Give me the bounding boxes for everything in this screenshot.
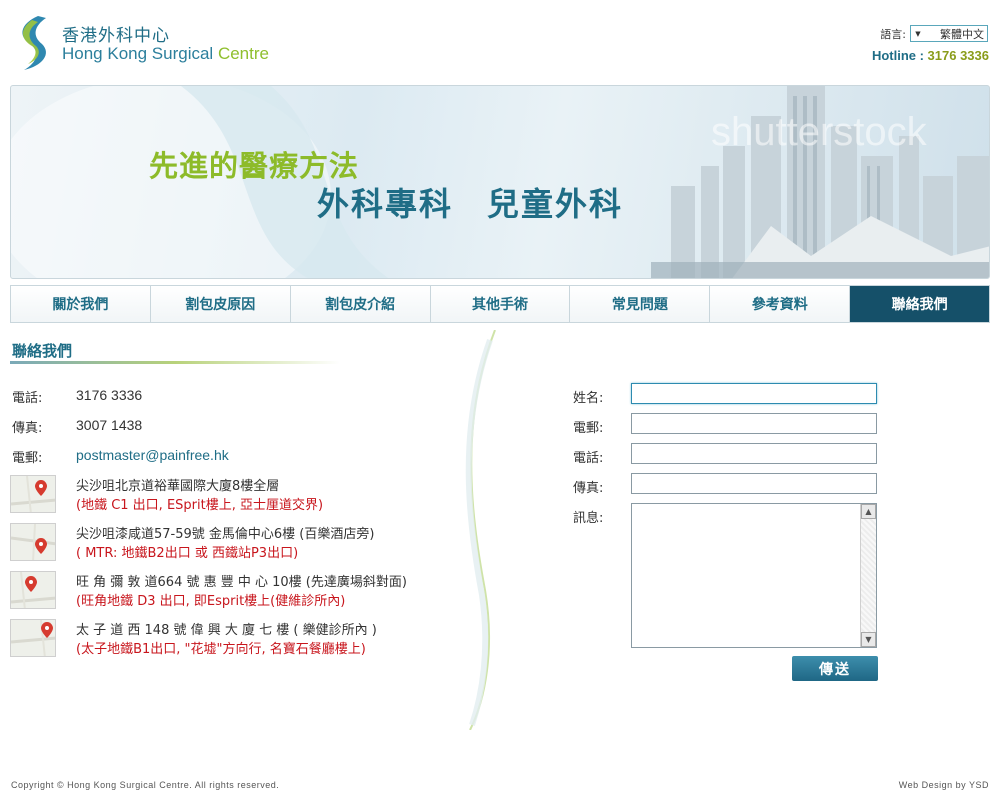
- hero-banner: shutterstock 先進的醫療方法 外科專科 兒童外科: [10, 85, 990, 279]
- address-item: 太 子 道 西 148 號 偉 興 大 廈 七 樓 ( 樂健診所內 ) (太子地…: [10, 619, 470, 661]
- language-switcher: 語言: ▼ 繁體中文: [880, 25, 988, 42]
- hotline: Hotline : 3176 3336: [872, 48, 989, 63]
- email-label: 電郵:: [12, 451, 43, 466]
- nav-item-other-surgery[interactable]: 其他手術: [431, 286, 571, 322]
- banner-watermark: shutterstock: [711, 110, 927, 154]
- textarea-scrollbar[interactable]: ▲ ▼: [860, 504, 876, 647]
- name-field[interactable]: [631, 383, 877, 404]
- nav-item-circumcision-intro[interactable]: 割包皮介紹: [291, 286, 431, 322]
- language-selected-value: 繁體中文: [940, 27, 984, 41]
- phone-value: 3176 3336: [76, 387, 143, 403]
- title-underline: [10, 361, 340, 364]
- nav-item-about[interactable]: 關於我們: [11, 286, 151, 322]
- nav-item-faq[interactable]: 常見問題: [570, 286, 711, 322]
- language-select[interactable]: ▼ 繁體中文: [910, 25, 988, 42]
- logo-english-accent: Centre: [217, 44, 269, 63]
- address-directions: (地鐵 C1 出口, ESprit樓上, 亞士厘道交界): [76, 498, 324, 513]
- dropdown-arrow-icon: ▼: [915, 29, 921, 38]
- address-directions: (太子地鐵B1出口, "花墟"方向行, 名寶石餐廳樓上): [76, 642, 366, 657]
- main-nav: 關於我們 割包皮原因 割包皮介紹 其他手術 常見問題 參考資料 聯絡我們: [10, 285, 990, 323]
- address-line: 旺 角 彌 敦 道664 號 惠 豐 中 心 10樓 (先達廣場斜對面): [76, 575, 407, 590]
- map-thumbnail-icon[interactable]: [10, 523, 56, 561]
- logo-english-main: Hong Kong Surgical: [62, 44, 218, 63]
- scroll-down-icon[interactable]: ▼: [861, 632, 876, 647]
- site-logo[interactable]: 香港外科中心 Hong Kong Surgical Centre: [12, 12, 292, 74]
- email-link[interactable]: postmaster@painfree.hk: [76, 447, 229, 463]
- address-line: 太 子 道 西 148 號 偉 興 大 廈 七 樓 ( 樂健診所內 ): [76, 623, 377, 638]
- footer-credit[interactable]: Web Design by YSD: [899, 780, 989, 790]
- phone-label: 電話:: [12, 391, 43, 406]
- banner-subheadline: 外科專科 兒童外科: [317, 185, 624, 223]
- language-label: 語言:: [880, 27, 906, 41]
- address-item: 尖沙咀漆咸道57-59號 金馬倫中心6樓 (百樂酒店旁) ( MTR: 地鐵B2…: [10, 523, 470, 565]
- form-phone-label: 電話:: [573, 451, 604, 466]
- logo-mark-icon: [22, 16, 46, 70]
- nav-item-references[interactable]: 參考資料: [710, 286, 851, 322]
- address-line: 尖沙咀北京道裕華國際大廈8樓全層: [76, 479, 280, 494]
- hotline-label: Hotline :: [871, 48, 928, 63]
- message-textarea[interactable]: ▲ ▼: [631, 503, 877, 648]
- scroll-up-icon[interactable]: ▲: [861, 504, 876, 519]
- fax-field[interactable]: [631, 473, 877, 494]
- page-title: 聯絡我們: [12, 342, 73, 360]
- map-thumbnail-icon[interactable]: [10, 619, 56, 657]
- logo-chinese-name: 香港外科中心: [62, 26, 170, 46]
- logo-english-name: Hong Kong Surgical Centre: [62, 44, 269, 64]
- email-field[interactable]: [631, 413, 877, 434]
- form-fax-label: 傳真:: [573, 481, 604, 496]
- address-directions: ( MTR: 地鐵B2出口 或 西鐵站P3出口): [76, 546, 299, 561]
- map-thumbnail-icon[interactable]: [10, 475, 56, 513]
- address-item: 尖沙咀北京道裕華國際大廈8樓全層 (地鐵 C1 出口, ESprit樓上, 亞士…: [10, 475, 470, 517]
- map-thumbnail-icon[interactable]: [10, 571, 56, 609]
- nav-item-contact[interactable]: 聯絡我們: [850, 286, 990, 322]
- form-name-label: 姓名:: [573, 391, 604, 406]
- address-item: 旺 角 彌 敦 道664 號 惠 豐 中 心 10樓 (先達廣場斜對面) (旺角…: [10, 571, 470, 613]
- footer-copyright: Copyright © Hong Kong Surgical Centre. A…: [11, 780, 280, 790]
- phone-field[interactable]: [631, 443, 877, 464]
- send-button[interactable]: 傳送: [792, 656, 878, 681]
- form-email-label: 電郵:: [573, 421, 604, 436]
- hotline-number: 3176 3336: [927, 48, 989, 63]
- fax-value: 3007 1438: [76, 417, 143, 433]
- fax-label: 傳真:: [12, 421, 43, 436]
- nav-item-circumcision-reasons[interactable]: 割包皮原因: [151, 286, 291, 322]
- address-directions: (旺角地鐵 D3 出口, 即Esprit樓上(健維診所內): [76, 594, 346, 609]
- address-line: 尖沙咀漆咸道57-59號 金馬倫中心6樓 (百樂酒店旁): [76, 527, 375, 542]
- form-message-label: 訊息:: [573, 511, 604, 526]
